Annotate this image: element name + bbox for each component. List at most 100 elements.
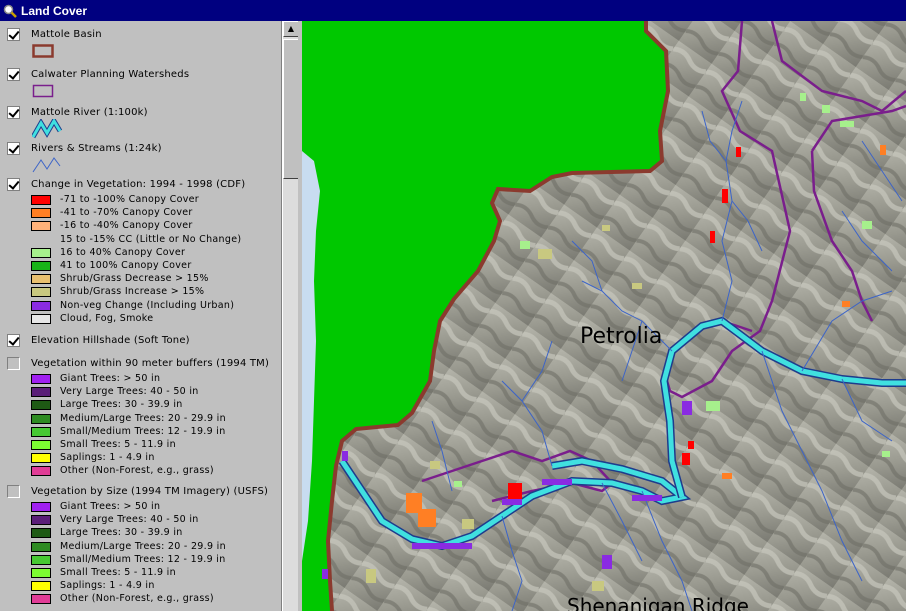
legend-class-label: Small Trees: 5 - 11.9 in [60,567,176,578]
color-swatch [31,207,51,218]
legend-class: 15 to -15% CC (Little or No Change) [31,233,241,246]
color-swatch [31,514,51,525]
layer-visibility-checkbox[interactable] [7,178,20,191]
layer-name: Vegetation within 90 meter buffers (1994… [31,358,270,369]
legend-class: Giant Trees: > 50 in [31,372,160,385]
legend-class-label: 15 to -15% CC (Little or No Change) [60,234,242,245]
legend-class: Saplings: 1 - 4.9 in [31,451,155,464]
legend-class-label: Large Trees: 30 - 39.9 in [60,399,183,410]
legend-class-label: Other (Non-Forest, e.g., grass) [60,465,214,476]
color-swatch [31,247,51,258]
legend-class: Small/Medium Trees: 12 - 19.9 in [31,425,226,438]
color-swatch [31,386,51,397]
color-swatch [31,501,51,512]
legend-class: 16 to 40% Canopy Cover [31,246,185,259]
legend-class: Giant Trees: > 50 in [31,500,160,513]
legend-class: Medium/Large Trees: 20 - 29.9 in [31,540,226,553]
legend-class: Shrub/Grass Increase > 15% [31,285,204,298]
layer-visibility-checkbox[interactable] [7,357,20,370]
color-swatch [31,580,51,591]
layer-name: Change in Vegetation: 1994 - 1998 (CDF) [31,179,246,190]
scroll-up-arrow-icon[interactable]: ▲ [283,21,299,37]
legend-class: Very Large Trees: 40 - 50 in [31,513,199,526]
river-line-symbol [32,119,62,139]
legend-class-label: Medium/Large Trees: 20 - 29.9 in [60,413,226,424]
legend-class: Non-veg Change (Including Urban) [31,299,234,312]
legend-class-label: Small/Medium Trees: 12 - 19.9 in [60,554,226,565]
color-swatch [31,527,51,538]
legend-scrollbar[interactable]: ▲ [282,21,299,611]
color-swatch [31,439,51,450]
polygon-outline-symbol [32,44,54,58]
legend-class: -16 to -40% Canopy Cover [31,219,193,232]
map-canvas[interactable]: Petrolia Shenanigan Ridge [302,21,906,611]
legend-class-label: Giant Trees: > 50 in [60,501,161,512]
color-swatch [31,300,51,311]
layer-visibility-checkbox[interactable] [7,334,20,347]
legend-class: -71 to -100% Canopy Cover [31,193,199,206]
legend-class-label: Cloud, Fog, Smoke [60,313,154,324]
magnifier-app-icon [3,4,17,18]
legend-class-label: -16 to -40% Canopy Cover [60,220,193,231]
color-swatch [31,567,51,578]
layer-visibility-checkbox[interactable] [7,68,20,81]
color-swatch [31,273,51,284]
layer-name: Vegetation by Size (1994 TM Imagery) (US… [31,486,269,497]
layer-visibility-checkbox[interactable] [7,485,20,498]
layer-visibility-checkbox[interactable] [7,28,20,41]
legend-class: Medium/Large Trees: 20 - 29.9 in [31,412,226,425]
legend-class: Other (Non-Forest, e.g., grass) [31,464,214,477]
map-view[interactable]: Petrolia Shenanigan Ridge [302,21,906,611]
legend-class: 41 to 100% Canopy Cover [31,259,192,272]
stream-line-symbol [32,157,61,173]
legend-class-label: 16 to 40% Canopy Cover [60,247,186,258]
color-swatch [31,399,51,410]
scroll-thumb[interactable] [283,39,299,179]
color-swatch [31,235,51,245]
color-swatch [31,260,51,271]
legend-class-label: Very Large Trees: 40 - 50 in [60,514,199,525]
legend-class-label: Giant Trees: > 50 in [60,373,161,384]
color-swatch [31,194,51,205]
layer-name: Rivers & Streams (1:24k) [31,143,162,154]
color-swatch [31,313,51,324]
legend-class: Small Trees: 5 - 11.9 in [31,438,176,451]
legend-class-label: Shrub/Grass Decrease > 15% [60,273,209,284]
color-swatch [31,373,51,384]
legend-class: Small/Medium Trees: 12 - 19.9 in [31,553,226,566]
legend-class-label: Saplings: 1 - 4.9 in [60,580,155,591]
legend-class: Other (Non-Forest, e.g., grass) [31,592,214,605]
map-label-ridge: Shenanigan Ridge [567,594,749,611]
legend-class-label: Very Large Trees: 40 - 50 in [60,386,199,397]
color-swatch [31,413,51,424]
legend-class-label: -71 to -100% Canopy Cover [60,194,199,205]
legend-class-label: Non-veg Change (Including Urban) [60,300,235,311]
legend-class: -41 to -70% Canopy Cover [31,206,193,219]
layer-visibility-checkbox[interactable] [7,142,20,155]
legend-class: Shrub/Grass Decrease > 15% [31,272,209,285]
map-label-town: Petrolia [580,324,662,349]
color-swatch [31,554,51,565]
table-of-contents[interactable]: Mattole Basin Calwater Planning Watershe… [0,21,282,611]
color-swatch [31,593,51,604]
legend-class-label: -41 to -70% Canopy Cover [60,207,193,218]
legend-class-label: Saplings: 1 - 4.9 in [60,452,155,463]
color-swatch [31,452,51,463]
legend-class-label: Large Trees: 30 - 39.9 in [60,527,183,538]
layer-name: Elevation Hillshade (Soft Tone) [31,335,190,346]
color-swatch [31,426,51,437]
legend-class: Large Trees: 30 - 39.9 in [31,398,183,411]
legend-class-label: Other (Non-Forest, e.g., grass) [60,593,214,604]
color-swatch [31,286,51,297]
window-title: Land Cover [21,3,88,18]
legend-class-label: Medium/Large Trees: 20 - 29.9 in [60,541,226,552]
layer-visibility-checkbox[interactable] [7,106,20,119]
layer-name: Calwater Planning Watersheds [31,69,190,80]
legend-class-label: Shrub/Grass Increase > 15% [60,286,205,297]
legend-class: Small Trees: 5 - 11.9 in [31,566,176,579]
legend-class-label: Small Trees: 5 - 11.9 in [60,439,176,450]
legend-class: Very Large Trees: 40 - 50 in [31,385,199,398]
color-swatch [31,541,51,552]
legend-class-label: 41 to 100% Canopy Cover [60,260,192,271]
color-swatch [31,465,51,476]
